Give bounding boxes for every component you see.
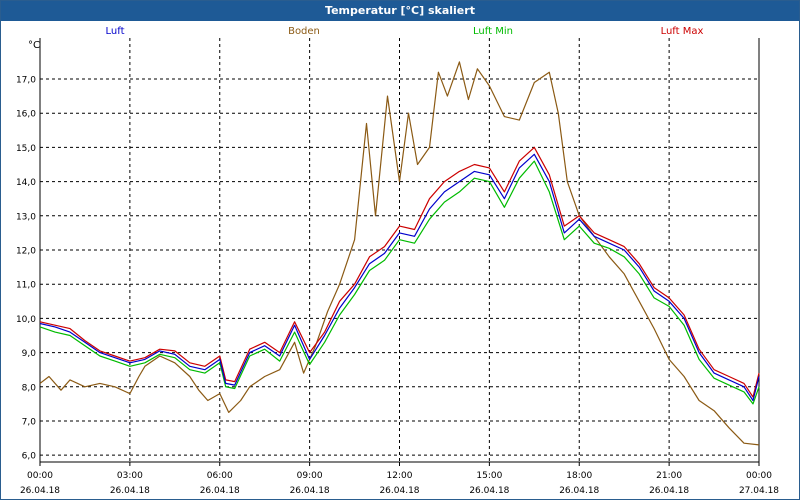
x-tick-label-time: 00:00 bbox=[27, 471, 53, 481]
y-tick-label: 14,0 bbox=[16, 178, 36, 188]
legend-entry-luft-min: Luft Min bbox=[473, 26, 513, 37]
x-tick-label-time: 09:00 bbox=[297, 471, 323, 481]
x-tick-label-date: 26.04.18 bbox=[20, 486, 60, 496]
x-tick-label-time: 06:00 bbox=[207, 471, 233, 481]
y-tick-label: 15,0 bbox=[16, 144, 36, 154]
x-tick-label-time: 18:00 bbox=[566, 471, 592, 481]
x-tick-label-date: 26.04.18 bbox=[379, 486, 419, 496]
y-tick-label: 11,0 bbox=[16, 281, 36, 291]
x-tick-label-date: 26.04.18 bbox=[469, 486, 509, 496]
x-tick-label-time: 21:00 bbox=[656, 471, 682, 481]
legend: Luft Boden Luft Min Luft Max bbox=[106, 26, 704, 37]
y-tick-label: 7,0 bbox=[22, 417, 37, 427]
chart-window: Temperatur [°C] skaliert Luft Boden Luft M… bbox=[0, 0, 800, 500]
y-axis-unit-label: °C bbox=[28, 40, 40, 51]
x-tick-label-date: 26.04.18 bbox=[200, 486, 240, 496]
x-tick-label-time: 12:00 bbox=[387, 471, 413, 481]
legend-entry-boden: Boden bbox=[288, 26, 320, 37]
x-tick-label-time: 00:00 bbox=[746, 471, 772, 481]
x-tick-label-date: 26.04.18 bbox=[290, 486, 330, 496]
chart: Luft Boden Luft Min Luft Max °C 6,0 7,0 8,0 9,… bbox=[16, 26, 779, 496]
legend-entry-luft-max: Luft Max bbox=[661, 26, 704, 37]
x-tick-label-date: 27.04.18 bbox=[739, 486, 779, 496]
y-tick-label: 8,0 bbox=[22, 383, 37, 393]
legend-entry-luft: Luft bbox=[106, 26, 125, 37]
grid bbox=[40, 38, 759, 462]
y-tick-label: 10,0 bbox=[16, 315, 36, 325]
y-tick-label: 13,0 bbox=[16, 212, 36, 222]
x-tick-label-date: 26.04.18 bbox=[559, 486, 599, 496]
y-tick-labels: 6,0 7,0 8,0 9,0 10,0 11,0 12,0 13,0 14,0 15,0 16,0… bbox=[16, 76, 36, 462]
x-tick-label-time: 03:00 bbox=[117, 471, 143, 481]
x-tick-label-time: 15:00 bbox=[476, 471, 502, 481]
window-title: Temperatur [°C] skaliert bbox=[1, 1, 799, 21]
y-tick-label: 9,0 bbox=[22, 349, 37, 359]
y-tick-label: 16,0 bbox=[16, 110, 36, 120]
y-tick-label: 12,0 bbox=[16, 247, 36, 257]
x-tick-labels: 00:00 26.04.18 03:00 26.04.18 06:00 26.04.18 0… bbox=[20, 462, 779, 496]
y-tick-label: 6,0 bbox=[22, 452, 37, 462]
x-tick-label-date: 26.04.18 bbox=[110, 486, 150, 496]
y-tick-label: 17,0 bbox=[16, 76, 36, 86]
x-tick-label-date: 26.04.18 bbox=[649, 486, 689, 496]
